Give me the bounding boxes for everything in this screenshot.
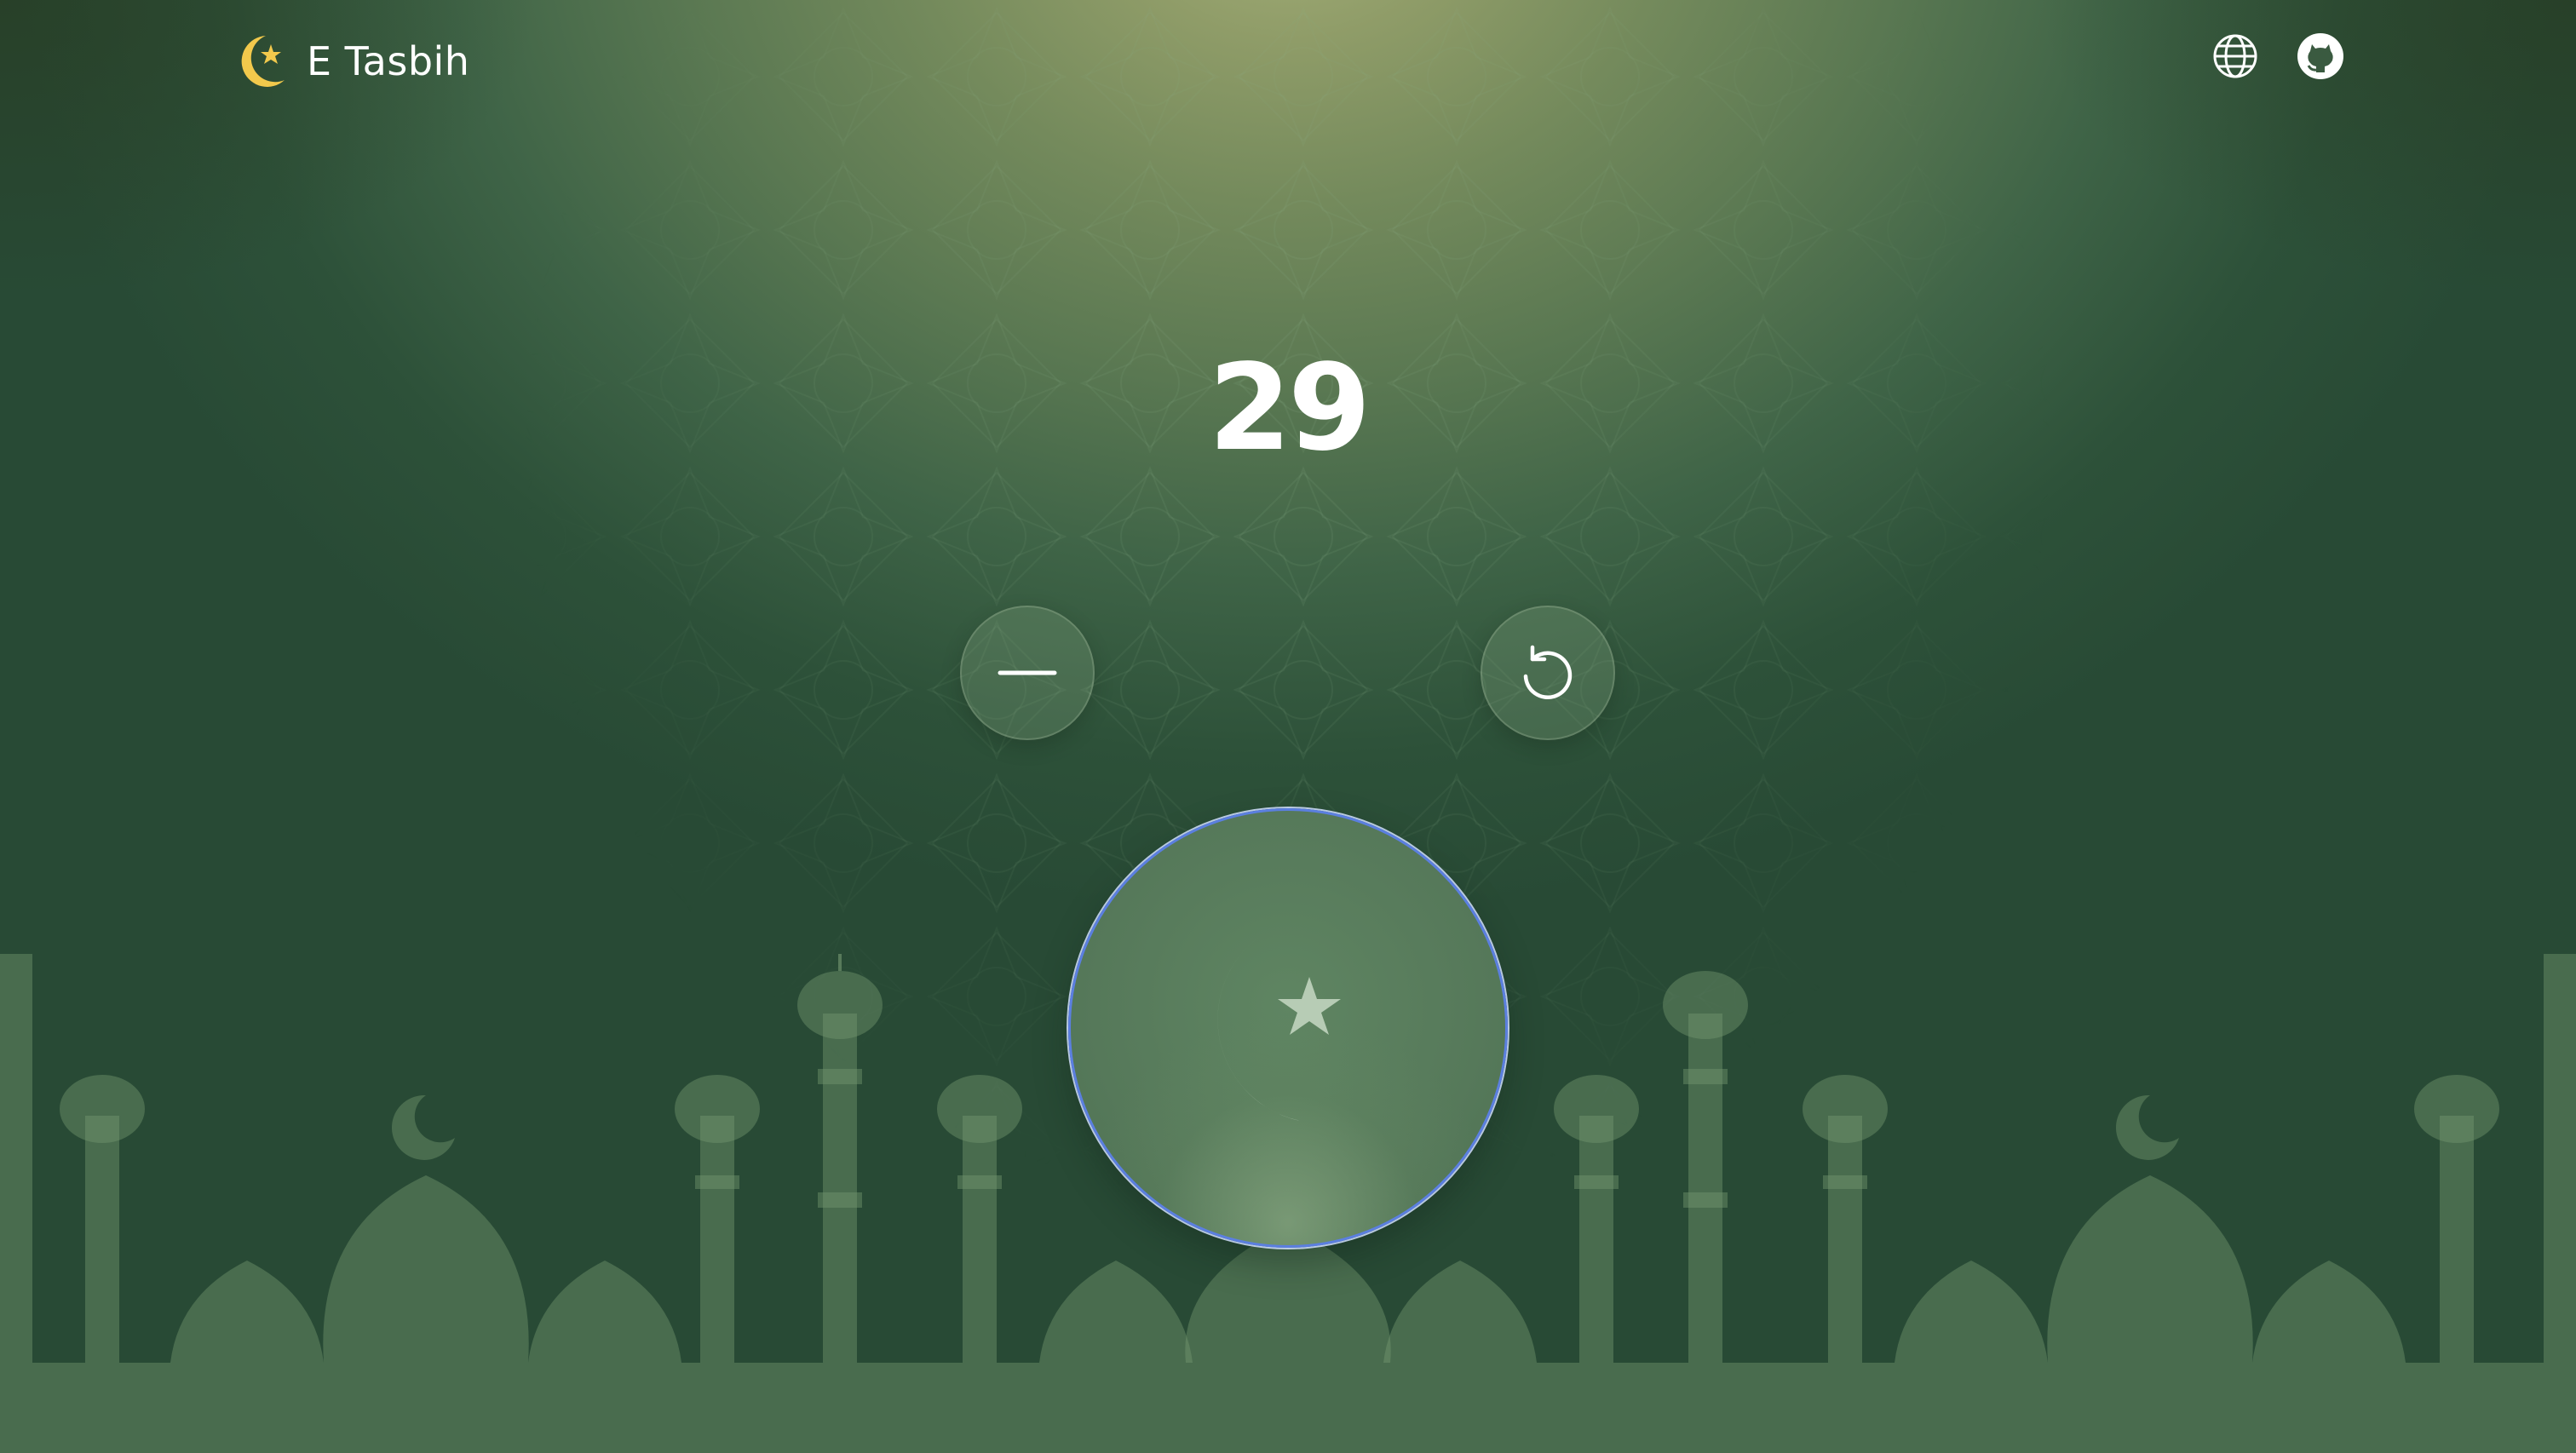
reset-button[interactable]: [1481, 606, 1615, 740]
crescent-star-icon: [241, 36, 285, 87]
decrement-button[interactable]: [960, 606, 1095, 740]
tap-count-button[interactable]: [1068, 808, 1508, 1248]
tasbih-counter: 29: [1208, 339, 1371, 478]
crescent-star-icon: [1217, 934, 1380, 1123]
reset-icon: [1523, 645, 1573, 699]
header-actions: [2210, 29, 2346, 83]
globe-icon: [2213, 34, 2257, 78]
minus-icon: [998, 670, 1057, 675]
github-icon: [2297, 33, 2343, 79]
github-button[interactable]: [2295, 29, 2346, 83]
app-title: E Tasbih: [307, 38, 470, 84]
language-button[interactable]: [2210, 29, 2261, 83]
app-logo[interactable]: E Tasbih: [232, 31, 469, 92]
